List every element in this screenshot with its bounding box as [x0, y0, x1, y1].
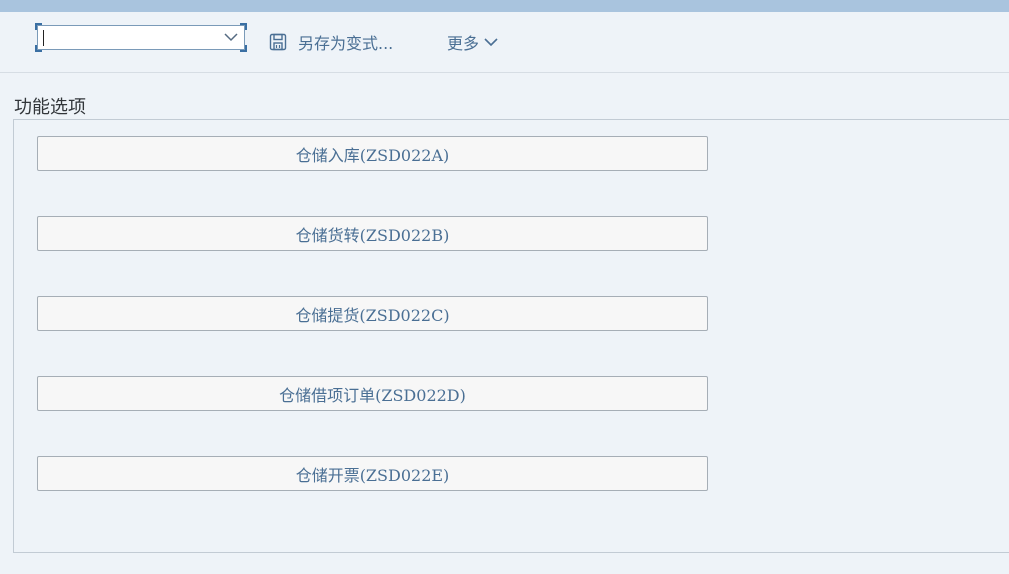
variant-select[interactable] [35, 23, 247, 52]
chevron-down-icon [224, 33, 238, 42]
save-icon [269, 33, 287, 51]
text-cursor [43, 30, 44, 46]
focus-corner [35, 23, 42, 30]
focus-corner [35, 45, 42, 52]
warehouse-pickup-button[interactable]: 仓储提货(ZSD022C) [37, 296, 708, 331]
more-menu-button[interactable]: 更多 [447, 30, 499, 54]
warehouse-debit-order-button[interactable]: 仓储借项订单(ZSD022D) [37, 376, 708, 411]
warehouse-transfer-button[interactable]: 仓储货转(ZSD022B) [37, 216, 708, 251]
section-title: 功能选项 [14, 97, 86, 118]
warehouse-invoicing-button[interactable]: 仓储开票(ZSD022E) [37, 456, 708, 491]
more-label: 更多 [447, 34, 480, 53]
save-as-variant-button[interactable]: 另存为变式... [268, 30, 393, 54]
focus-corner [240, 45, 247, 52]
focus-corner [240, 23, 247, 30]
variant-toolbar: 另存为变式... 更多 [0, 12, 1009, 73]
warehouse-inbound-button[interactable]: 仓储入库(ZSD022A) [37, 136, 708, 171]
top-header-strip [0, 0, 1009, 12]
save-as-variant-label: 另存为变式... [298, 34, 394, 53]
chevron-down-icon [484, 38, 498, 47]
